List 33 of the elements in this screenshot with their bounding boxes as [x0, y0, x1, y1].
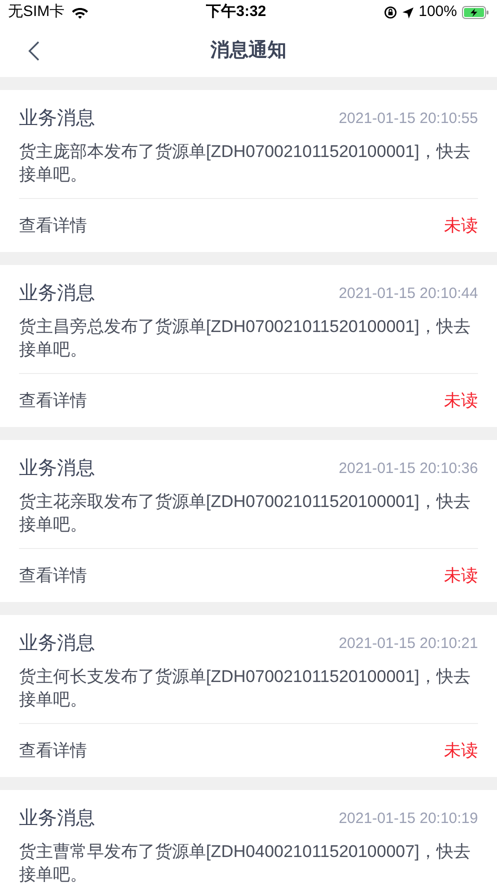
location-arrow-icon	[402, 6, 414, 18]
message-title: 业务消息	[19, 282, 95, 306]
view-details-link[interactable]: 查看详情	[19, 562, 87, 588]
read-status: 未读	[444, 390, 478, 412]
wifi-icon	[70, 6, 89, 19]
view-details-link[interactable]: 查看详情	[19, 738, 87, 764]
message-title: 业务消息	[19, 632, 95, 656]
message-body: 货主昌旁总发布了货源单[ZDH070021011520100001]，快去接单吧。	[19, 316, 472, 361]
message-title: 业务消息	[19, 806, 95, 831]
carrier-text: 无SIM卡	[8, 2, 65, 22]
message-time: 2021-01-15 20:10:19	[338, 808, 478, 829]
read-status: 未读	[444, 740, 478, 762]
message-time: 2021-01-15 20:10:21	[338, 634, 478, 654]
read-status: 未读	[444, 214, 478, 237]
message-title: 业务消息	[19, 456, 95, 481]
message-body: 货主曹常早发布了货源单[ZDH040021011520100007]，快去接单吧。	[19, 841, 472, 883]
message-title: 业务消息	[19, 106, 95, 131]
page-title: 消息通知	[210, 38, 286, 63]
message-body: 货主花亲取发布了货源单[ZDH070021011520100001]，快去接单吧。	[19, 491, 472, 536]
message-body: 货主何长支发布了货源单[ZDH070021011520100001]，快去接单吧。	[19, 666, 472, 711]
orientation-lock-icon	[384, 6, 397, 19]
battery-percent-text: 100%	[418, 2, 457, 22]
battery-charging-icon	[462, 6, 489, 19]
view-details-link[interactable]: 查看详情	[19, 388, 87, 414]
view-details-link[interactable]: 查看详情	[19, 212, 87, 238]
message-time: 2021-01-15 20:10:44	[338, 284, 478, 304]
read-status: 未读	[444, 564, 478, 587]
message-time: 2021-01-15 20:10:36	[338, 458, 478, 479]
back-chevron-icon	[28, 41, 40, 61]
message-time: 2021-01-15 20:10:55	[338, 108, 478, 129]
back-button[interactable]	[26, 40, 42, 62]
message-body: 货主庞部本发布了货源单[ZDH070021011520100001]，快去接单吧。	[19, 141, 472, 186]
clock-text: 下午3:32	[206, 2, 266, 22]
